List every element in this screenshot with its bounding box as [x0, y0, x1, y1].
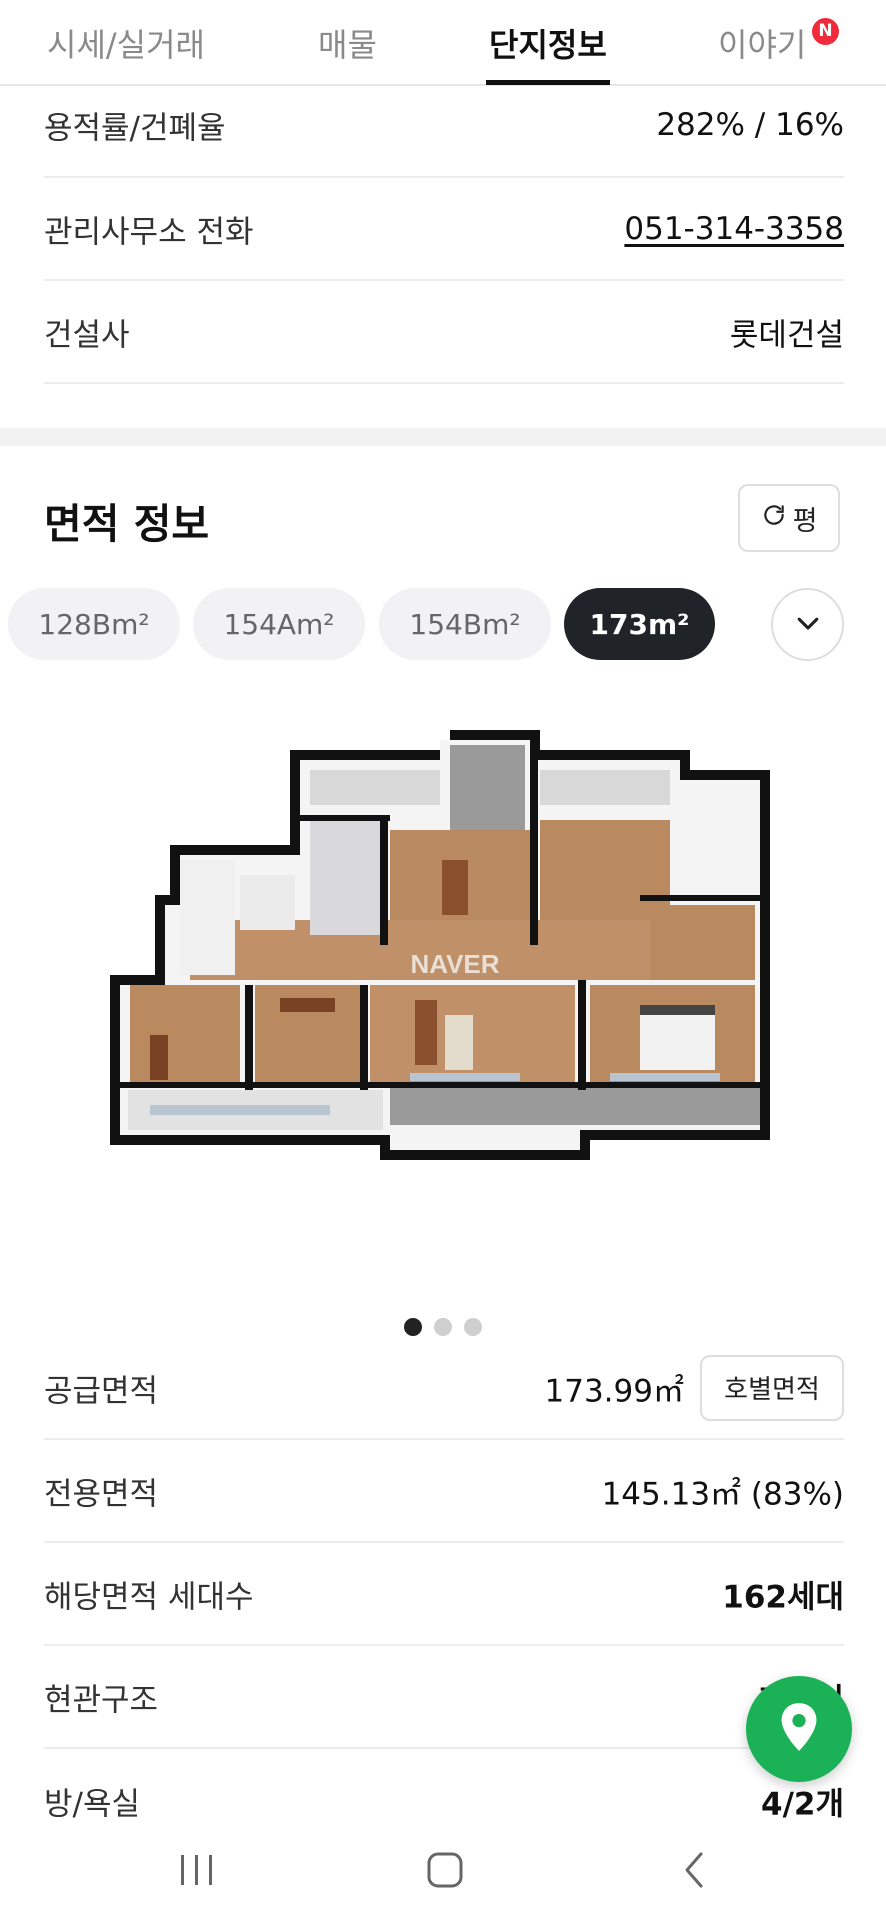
- info-value: 282% / 16%: [656, 107, 844, 143]
- info-label: 용적률/건폐율: [44, 110, 226, 147]
- area-row-exclusive: 전용면적 145.13㎡ (83%): [44, 1440, 844, 1543]
- carousel-dot: [464, 1318, 482, 1336]
- recent-apps-icon: [181, 1855, 212, 1885]
- unit-toggle-label: 평: [792, 505, 818, 537]
- recent-apps-button[interactable]: [167, 1842, 227, 1898]
- info-value: 4/2개: [761, 1786, 844, 1822]
- section-divider: [0, 428, 886, 446]
- info-label: 방/욕실: [44, 1786, 141, 1822]
- unit-area-button[interactable]: 호별면적: [700, 1354, 844, 1421]
- info-label: 건설사: [44, 317, 130, 353]
- expand-chips-button[interactable]: [771, 588, 844, 661]
- carousel-indicator: [404, 1318, 482, 1336]
- carousel-dot: [434, 1318, 452, 1336]
- info-value: 162세대: [722, 1579, 844, 1615]
- floorplan-image[interactable]: NAVER: [110, 730, 790, 1280]
- info-label: 해당면적 세대수: [44, 1579, 254, 1615]
- system-nav-bar: [0, 1820, 886, 1920]
- new-badge: N: [812, 18, 839, 45]
- info-value: 롯데건설: [729, 317, 844, 353]
- info-value: 173.99㎡: [544, 1373, 684, 1409]
- unit-toggle-button[interactable]: 평: [738, 484, 840, 552]
- section-title: 면적 정보: [44, 500, 210, 548]
- info-row-phone: 관리사무소 전화 051-314-3358: [44, 178, 844, 281]
- area-row-entrance: 현관구조 계단식: [44, 1646, 844, 1749]
- info-label: 현관구조: [44, 1682, 159, 1718]
- area-row-households: 해당면적 세대수 162세대: [44, 1543, 844, 1646]
- floorplan-watermark: NAVER: [410, 949, 499, 979]
- info-row-far: 용적률/건폐율 282% / 16%: [44, 74, 844, 178]
- info-value: 145.13㎡ (83%): [601, 1476, 844, 1512]
- tab-price[interactable]: 시세/실거래: [47, 20, 205, 66]
- area-chip[interactable]: 154Bm²: [379, 588, 551, 660]
- area-row-supply: 공급면적 173.99㎡ 호별면적: [44, 1337, 844, 1440]
- location-pin-icon: [777, 1701, 821, 1757]
- info-row-builder: 건설사 롯데건설: [44, 281, 844, 384]
- back-icon: [685, 1852, 703, 1888]
- chevron-down-icon: [793, 608, 823, 642]
- area-chip[interactable]: 154Am²: [193, 588, 365, 660]
- area-chip-selected[interactable]: 173m²: [564, 588, 715, 660]
- info-label: 공급면적: [44, 1373, 159, 1409]
- area-chip[interactable]: 128Bm²: [8, 588, 180, 660]
- tab-story[interactable]: 이야기: [718, 20, 806, 66]
- refresh-icon: [761, 502, 787, 535]
- map-fab-button[interactable]: [746, 1676, 852, 1782]
- home-icon: [427, 1852, 463, 1888]
- carousel-dot-active: [404, 1318, 422, 1336]
- phone-link[interactable]: 051-314-3358: [624, 211, 844, 247]
- tab-complex-info[interactable]: 단지정보: [489, 20, 607, 66]
- back-button[interactable]: [664, 1842, 724, 1898]
- tab-listings[interactable]: 매물: [318, 20, 377, 66]
- info-label: 전용면적: [44, 1476, 159, 1512]
- info-label: 관리사무소 전화: [44, 214, 254, 250]
- home-button[interactable]: [415, 1842, 475, 1898]
